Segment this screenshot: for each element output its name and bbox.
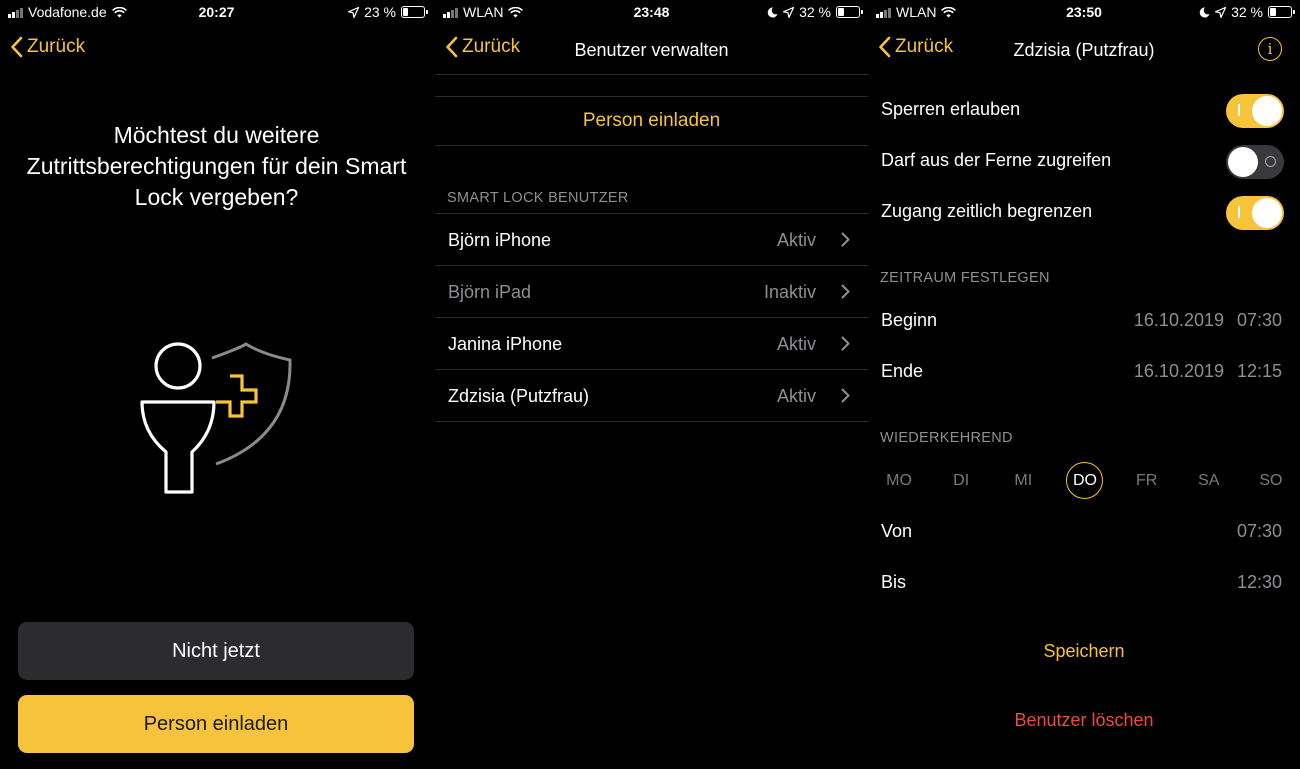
toggle-row: Darf aus der Ferne zugreifen xyxy=(868,135,1300,186)
begin-label: Beginn xyxy=(881,310,938,330)
delete-user-button[interactable]: Benutzer löschen xyxy=(868,710,1300,731)
user-status: Inaktiv xyxy=(763,282,816,302)
user-list: Björn iPhone Aktiv Björn iPad Inaktiv Janina… xyxy=(435,214,868,422)
save-button[interactable]: Speichern xyxy=(868,641,1300,662)
chevron-right-icon xyxy=(841,232,850,247)
back-button[interactable]: Zurück xyxy=(10,36,85,58)
weekday-do[interactable]: DO xyxy=(1066,462,1104,499)
toggle-switch[interactable] xyxy=(1226,145,1284,179)
user-row[interactable]: Janina iPhone Aktiv xyxy=(435,318,868,370)
end-time: 12:15 xyxy=(1236,361,1282,381)
screen-invite-prompt: Vodafone.de 20:27 23 % Zurück Möchtest d… xyxy=(0,0,433,769)
section-header-period: ZEITRAUM FESTLEGEN xyxy=(880,270,1050,286)
weekday-so[interactable]: SO xyxy=(1252,462,1290,500)
status-bar: Vodafone.de 20:27 23 % xyxy=(0,0,433,24)
user-row[interactable]: Zdzisia (Putzfrau) Aktiv xyxy=(435,370,868,422)
page-title: Benutzer verwalten xyxy=(574,40,729,60)
user-row[interactable]: Björn iPhone Aktiv xyxy=(435,214,868,266)
toggle-label: Zugang zeitlich begrenzen xyxy=(881,201,1093,221)
screen-manage-users: WLAN 23:48 32 % Zurück Benutzer verwalte… xyxy=(435,0,868,769)
page-title: Zdzisia (Putzfrau) xyxy=(1013,40,1155,60)
weekday-di[interactable]: DI xyxy=(942,462,980,500)
from-label: Von xyxy=(881,521,913,541)
invite-question: Möchtest du weitere Zutrittsberechtigung… xyxy=(26,122,407,210)
location-arrow-icon xyxy=(348,6,360,18)
user-name: Zdzisia (Putzfrau) xyxy=(448,386,590,406)
toggle-switch[interactable] xyxy=(1226,94,1284,128)
divider xyxy=(435,74,868,75)
invite-person-button[interactable]: Person einladen xyxy=(18,695,414,753)
chevron-right-icon xyxy=(841,284,850,299)
begin-date: 16.10.2019 xyxy=(1133,310,1224,330)
toggle-label: Darf aus der Ferne zugreifen xyxy=(881,150,1112,170)
not-now-button[interactable]: Nicht jetzt xyxy=(18,622,414,680)
person-shield-plus-icon xyxy=(130,340,300,505)
user-status: Aktiv xyxy=(776,230,816,250)
weekday-sa[interactable]: SA xyxy=(1190,462,1228,500)
begin-time: 07:30 xyxy=(1236,310,1282,330)
nav-bar: Zurück Benutzer verwalten xyxy=(435,30,868,70)
to-row[interactable]: Bis 12:30 xyxy=(868,558,1300,608)
weekday-mo[interactable]: MO xyxy=(880,462,918,500)
battery-percent: 32 % xyxy=(799,4,831,20)
from-row[interactable]: Von 07:30 xyxy=(868,507,1300,557)
location-arrow-icon xyxy=(783,6,795,18)
location-arrow-icon xyxy=(1215,6,1227,18)
begin-row[interactable]: Beginn 16.10.2019 07:30 xyxy=(868,296,1300,346)
battery-percent: 32 % xyxy=(1231,4,1263,20)
chevron-left-icon xyxy=(11,36,23,58)
user-status: Aktiv xyxy=(776,386,816,406)
screen-user-detail: WLAN 23:50 32 % Zurück Zdzisia (Putzfrau… xyxy=(868,0,1300,769)
toggle-switch[interactable] xyxy=(1226,196,1284,230)
battery-icon xyxy=(401,6,428,18)
end-date: 16.10.2019 xyxy=(1133,361,1224,381)
nav-bar: Zurück xyxy=(0,30,433,70)
user-name: Björn iPad xyxy=(448,282,532,302)
info-icon[interactable]: i xyxy=(1258,37,1282,61)
moon-icon xyxy=(767,6,778,17)
section-header-users: SMART LOCK BENUTZER xyxy=(447,190,629,206)
nav-bar: Zurück Zdzisia (Putzfrau) i xyxy=(868,30,1300,70)
invite-person-button[interactable]: Person einladen xyxy=(435,97,868,144)
moon-icon xyxy=(1199,6,1210,17)
user-row[interactable]: Björn iPad Inaktiv xyxy=(435,266,868,318)
weekday-picker: MO DI MI DO FR SA SO xyxy=(880,462,1290,500)
divider xyxy=(435,145,868,146)
from-time: 07:30 xyxy=(1236,521,1282,541)
chevron-right-icon xyxy=(841,336,850,351)
battery-percent: 23 % xyxy=(364,4,396,20)
user-name: Björn iPhone xyxy=(448,230,552,250)
section-header-recurring: WIEDERKEHREND xyxy=(880,430,1013,446)
end-label: Ende xyxy=(881,361,924,381)
battery-icon xyxy=(836,6,863,18)
user-name: Janina iPhone xyxy=(448,334,563,354)
toggle-label: Sperren erlauben xyxy=(881,99,1021,119)
weekday-fr[interactable]: FR xyxy=(1128,462,1166,500)
end-row[interactable]: Ende 16.10.2019 12:15 xyxy=(868,347,1300,397)
status-bar: WLAN 23:48 32 % xyxy=(435,0,868,24)
toggle-row: Sperren erlauben xyxy=(868,84,1300,135)
battery-icon xyxy=(1268,6,1295,18)
weekday-mi[interactable]: MI xyxy=(1004,462,1042,500)
user-status: Aktiv xyxy=(776,334,816,354)
to-label: Bis xyxy=(881,572,907,592)
toggle-row: Zugang zeitlich begrenzen xyxy=(868,186,1300,237)
chevron-right-icon xyxy=(841,388,850,403)
to-time: 12:30 xyxy=(1236,572,1282,592)
status-bar: WLAN 23:50 32 % xyxy=(868,0,1300,24)
back-label: Zurück xyxy=(27,36,86,57)
